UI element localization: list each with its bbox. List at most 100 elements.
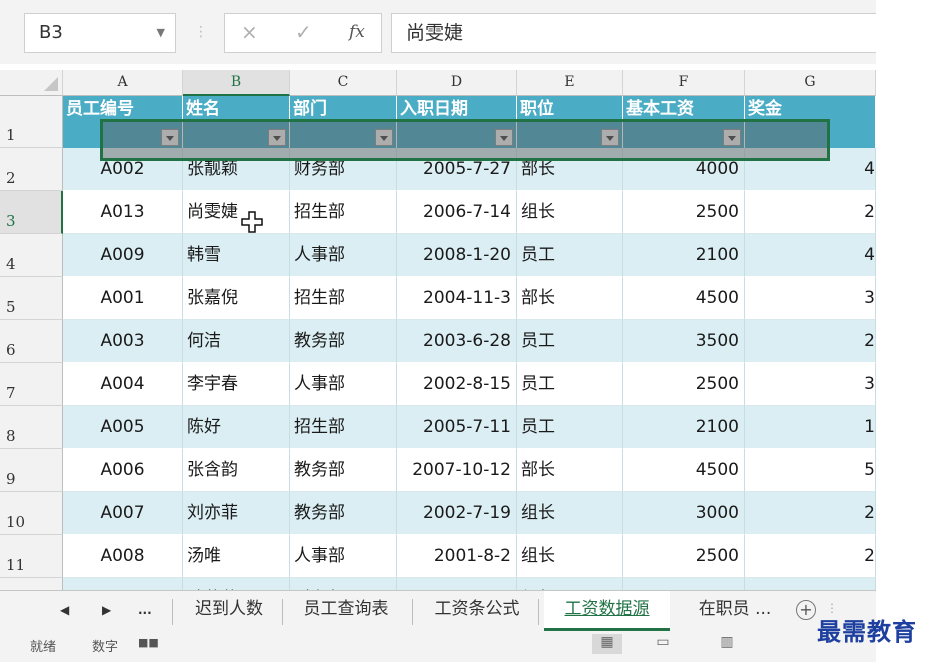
column-header-f[interactable]: F: [623, 70, 745, 96]
table-cell[interactable]: 2002-8-15: [397, 363, 517, 406]
table-cell[interactable]: 2003-6-28: [397, 320, 517, 363]
table-cell[interactable]: 韩雪: [183, 234, 290, 277]
more-sheets-left-button[interactable]: ...: [138, 603, 152, 617]
table-cell[interactable]: 员工: [517, 234, 623, 277]
row-header-10[interactable]: 10: [0, 492, 63, 535]
sheet-tab-late-count[interactable]: 迟到人数: [184, 591, 274, 631]
table-cell[interactable]: 何洁: [183, 320, 290, 363]
table-cell[interactable]: 2500: [623, 363, 745, 406]
chevron-down-icon[interactable]: ▼: [157, 14, 165, 52]
column-header-c[interactable]: C: [290, 70, 397, 96]
table-cell[interactable]: 刘亦菲: [183, 492, 290, 535]
table-cell[interactable]: 2: [745, 535, 876, 578]
table-cell[interactable]: 3500: [623, 320, 745, 363]
next-sheet-icon[interactable]: ▶: [102, 603, 111, 617]
table-cell[interactable]: 尚雯婕: [183, 191, 290, 234]
table-cell[interactable]: 员工: [517, 406, 623, 449]
macro-record-icon[interactable]: ■■: [138, 636, 159, 649]
table-cell[interactable]: A013: [63, 191, 183, 234]
table-cell[interactable]: A001: [63, 277, 183, 320]
select-all-corner[interactable]: [0, 70, 63, 96]
table-cell[interactable]: 2002-7-19: [397, 492, 517, 535]
row-header-9[interactable]: 9: [0, 449, 63, 492]
table-cell[interactable]: 2005-7-11: [397, 406, 517, 449]
table-cell[interactable]: 招生部: [290, 406, 397, 449]
column-header-e[interactable]: E: [517, 70, 623, 96]
table-cell[interactable]: 2: [745, 320, 876, 363]
sheet-tab-employee-query[interactable]: 员工查询表: [292, 591, 400, 631]
table-cell[interactable]: A008: [63, 535, 183, 578]
table-cell[interactable]: 教务部: [290, 320, 397, 363]
sheet-tab-payslip-formula[interactable]: 工资条公式: [422, 591, 532, 631]
row-header-4[interactable]: 4: [0, 234, 63, 277]
table-cell[interactable]: 员工: [517, 363, 623, 406]
table-cell[interactable]: 教务部: [290, 492, 397, 535]
row-header-2[interactable]: 2: [0, 148, 63, 191]
table-cell[interactable]: 2004-11-3: [397, 277, 517, 320]
table-cell[interactable]: 2008-1-20: [397, 234, 517, 277]
table-cell[interactable]: 部长: [517, 449, 623, 492]
table-cell[interactable]: 人事部: [290, 363, 397, 406]
table-cell[interactable]: 陈好: [183, 406, 290, 449]
table-cell[interactable]: 组长: [517, 535, 623, 578]
column-header-b[interactable]: B: [183, 70, 290, 96]
table-cell[interactable]: A007: [63, 492, 183, 535]
page-layout-view-icon[interactable]: ▭: [648, 634, 678, 654]
table-cell[interactable]: 2: [745, 191, 876, 234]
table-cell[interactable]: A003: [63, 320, 183, 363]
table-cell[interactable]: A009: [63, 234, 183, 277]
row-header-3[interactable]: 3: [0, 191, 63, 234]
enter-icon[interactable]: ✓: [295, 20, 312, 44]
formula-input[interactable]: 尚雯婕: [391, 13, 876, 53]
table-cell[interactable]: 2100: [623, 406, 745, 449]
table-cell[interactable]: 4500: [623, 277, 745, 320]
table-cell[interactable]: 人事部: [290, 535, 397, 578]
page-break-view-icon[interactable]: ▥: [712, 634, 742, 654]
add-sheet-button[interactable]: +: [796, 600, 816, 620]
table-cell[interactable]: 招生部: [290, 277, 397, 320]
table-cell[interactable]: 组长: [517, 191, 623, 234]
normal-view-icon[interactable]: ▦: [592, 634, 622, 654]
table-cell[interactable]: A006: [63, 449, 183, 492]
table-cell[interactable]: 2500: [623, 191, 745, 234]
table-cell[interactable]: 员工: [517, 320, 623, 363]
name-box[interactable]: B3 ▼: [24, 13, 176, 53]
table-cell[interactable]: 3: [745, 363, 876, 406]
cancel-icon[interactable]: ×: [241, 20, 258, 44]
table-cell[interactable]: 2100: [623, 234, 745, 277]
table-cell[interactable]: 教务部: [290, 449, 397, 492]
prev-sheet-icon[interactable]: ◀: [60, 603, 69, 617]
table-cell[interactable]: 2007-10-12: [397, 449, 517, 492]
table-cell[interactable]: 组长: [517, 492, 623, 535]
row-header-5[interactable]: 5: [0, 277, 63, 320]
table-cell[interactable]: 4500: [623, 449, 745, 492]
table-cell[interactable]: 部长: [517, 277, 623, 320]
table-cell[interactable]: 张嘉倪: [183, 277, 290, 320]
sheet-tab-in-service[interactable]: 在职员 ...: [680, 591, 790, 631]
table-cell[interactable]: 2001-8-2: [397, 535, 517, 578]
table-cell[interactable]: 李宇春: [183, 363, 290, 406]
table-cell[interactable]: 2500: [623, 535, 745, 578]
row-header-11[interactable]: 11: [0, 535, 63, 578]
table-cell[interactable]: 汤唯: [183, 535, 290, 578]
column-header-d[interactable]: D: [397, 70, 517, 96]
table-cell[interactable]: 2: [745, 492, 876, 535]
column-header-g[interactable]: G: [745, 70, 876, 96]
table-cell[interactable]: 3000: [623, 492, 745, 535]
table-cell[interactable]: 1: [745, 406, 876, 449]
table-cell[interactable]: A004: [63, 363, 183, 406]
table-cell[interactable]: 招生部: [290, 191, 397, 234]
table-cell[interactable]: A005: [63, 406, 183, 449]
row-header-7[interactable]: 7: [0, 363, 63, 406]
row-header-8[interactable]: 8: [0, 406, 63, 449]
insert-function-icon[interactable]: fx: [349, 22, 365, 42]
sheet-tab-salary-source[interactable]: 工资数据源: [544, 591, 670, 631]
table-cell[interactable]: 4: [745, 234, 876, 277]
table-cell[interactable]: 张含韵: [183, 449, 290, 492]
table-cell[interactable]: 3: [745, 277, 876, 320]
column-header-a[interactable]: A: [63, 70, 183, 96]
table-cell[interactable]: 人事部: [290, 234, 397, 277]
table-cell[interactable]: 5: [745, 449, 876, 492]
row-header-1[interactable]: 1: [0, 96, 63, 148]
row-header-6[interactable]: 6: [0, 320, 63, 363]
